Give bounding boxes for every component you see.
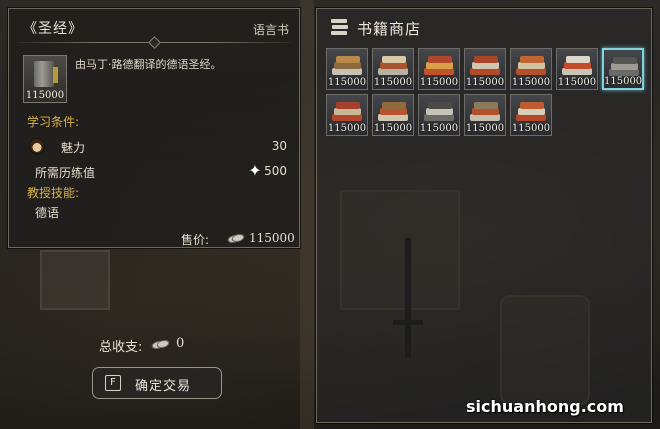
divider-ornament-icon — [148, 36, 161, 49]
coin-icon — [226, 234, 246, 243]
shop-item-price: 115000 — [373, 123, 413, 134]
shop-item-price: 115000 — [419, 77, 459, 88]
shop-item-slot[interactable]: 115000 — [510, 48, 552, 90]
book-stack-icon — [378, 100, 408, 124]
book-stack-icon — [424, 100, 454, 124]
skills-heading: 教授技能: — [27, 186, 80, 200]
shop-item-price: 115000 — [373, 77, 413, 88]
background-beam — [300, 0, 314, 429]
shop-item-slot[interactable]: 115000 — [372, 94, 414, 136]
shop-item-slot[interactable]: 115000 — [418, 48, 460, 90]
book-description: 由马丁·路德翻译的德语圣经。 — [75, 58, 222, 71]
shop-item-slot[interactable]: 115000 — [326, 94, 368, 136]
confirm-trade-button[interactable]: F 确定交易 — [92, 367, 222, 399]
book-category: 语言书 — [252, 23, 289, 37]
book-stack-icon — [332, 54, 362, 78]
charm-icon — [29, 138, 45, 154]
requirement-experience-label: 所需历练值 — [35, 166, 96, 180]
taught-skill: 德语 — [35, 206, 60, 220]
book-stack-icon — [562, 54, 592, 78]
shop-item-slot[interactable]: 115000 — [510, 94, 552, 136]
shop-item-slot[interactable]: 115000 — [326, 48, 368, 90]
book-shop-panel: 书籍商店 115000 115000 115000 115000 115000 11500… — [315, 7, 653, 424]
background-window — [40, 250, 110, 310]
book-stack-icon — [378, 54, 408, 78]
shop-item-price: 115000 — [327, 123, 367, 134]
book-stack-icon — [516, 100, 546, 124]
watermark: sichuanhong.com — [466, 397, 624, 416]
shop-item-slot[interactable]: 115000 — [464, 48, 506, 90]
shop-item-price: 115000 — [511, 123, 551, 134]
shop-item-price: 115000 — [327, 77, 367, 88]
requirements-heading: 学习条件: — [27, 115, 80, 129]
confirm-trade-label: 确定交易 — [135, 379, 192, 394]
shop-title: 书籍商店 — [357, 20, 422, 38]
requirement-charm-label: 魅力 — [61, 141, 86, 155]
total-value: 0 — [176, 336, 185, 351]
shop-item-slot[interactable]: 115000 — [602, 48, 644, 90]
shop-item-grid: 115000 115000 115000 115000 115000 115000 1150… — [326, 48, 646, 136]
price-value: 115000 — [249, 231, 295, 245]
shop-item-price: 115000 — [465, 123, 505, 134]
book-stack-icon — [470, 100, 500, 124]
book-info-panel: 《圣经》 语言书 115000 由马丁·路德翻译的德语圣经。 学习条件: 魅力 … — [7, 7, 301, 249]
shop-item-price: 115000 — [511, 77, 551, 88]
shop-item-price: 115000 — [419, 123, 459, 134]
book-stack-icon — [331, 19, 349, 35]
book-stack-icon — [516, 54, 546, 78]
coin-icon — [150, 340, 171, 349]
requirement-charm-value: 30 — [271, 139, 287, 153]
shop-item-slot[interactable]: 115000 — [372, 48, 414, 90]
book-stack-icon — [332, 100, 362, 124]
total-label: 总收支: — [99, 340, 143, 355]
book-title: 《圣经》 — [23, 21, 83, 37]
shop-item-price: 115000 — [557, 77, 597, 88]
shop-item-price: 115000 — [604, 76, 643, 87]
requirement-experience-value: 500 — [264, 164, 287, 178]
book-thumbnail: 115000 — [23, 55, 67, 103]
price-label: 售价: — [181, 233, 210, 247]
shop-item-slot[interactable]: 115000 — [556, 48, 598, 90]
book-stack-icon — [470, 54, 500, 78]
book-thumbnail-price: 115000 — [25, 90, 65, 101]
book-stack-icon — [424, 54, 454, 78]
shop-item-price: 115000 — [465, 77, 505, 88]
shop-item-slot[interactable]: 115000 — [464, 94, 506, 136]
bible-book-icon — [34, 61, 58, 87]
shop-item-slot[interactable]: 115000 — [418, 94, 460, 136]
key-hint-f: F — [105, 375, 121, 391]
